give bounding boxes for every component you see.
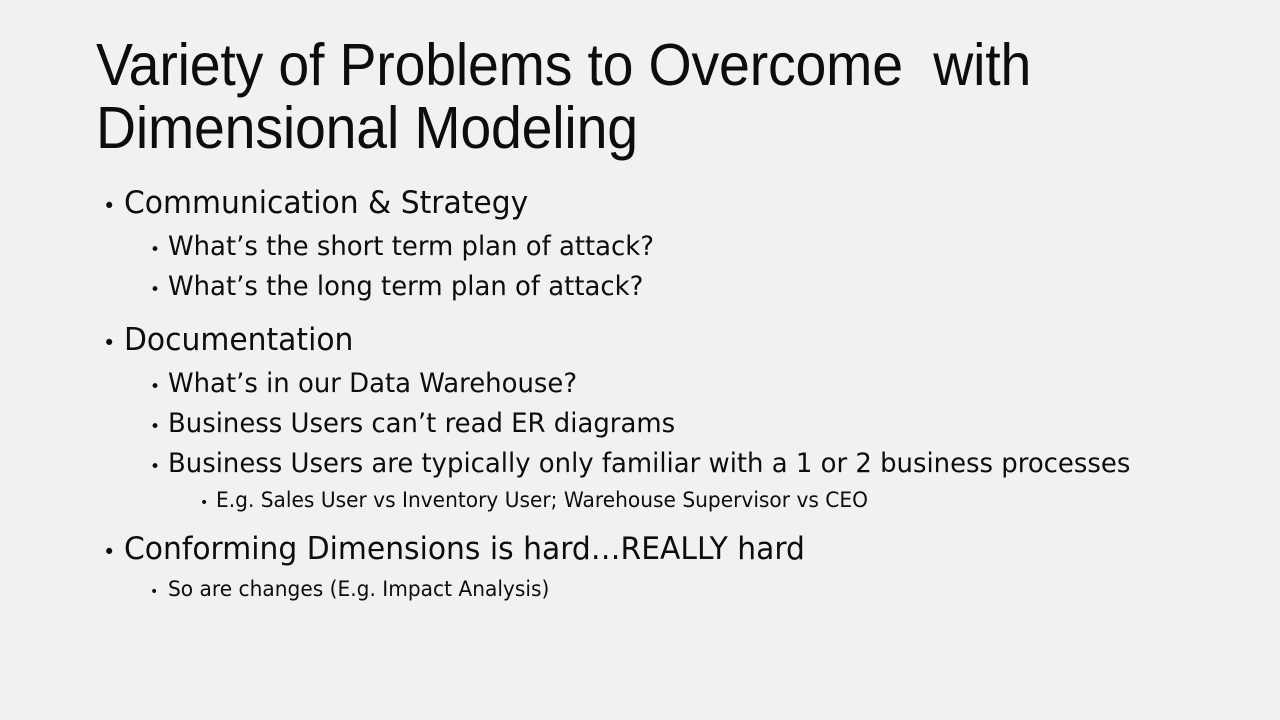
bullet-item-level2: • Business Users can’t read ER diagrams: [96, 410, 1216, 450]
bullet-item-level2: • What’s the long term plan of attack?: [96, 273, 1216, 313]
bullet-text: Documentation: [124, 322, 354, 358]
bullet-glyph-icon: •: [150, 417, 161, 437]
bullet-item-level1: • Communication & Strategy: [96, 188, 1216, 233]
bullet-text: Business Users can’t read ER diagrams: [168, 408, 676, 439]
bullet-item-level1: • Documentation: [96, 325, 1216, 370]
bullet-text: What’s the short term plan of attack?: [168, 231, 655, 262]
bullet-glyph-icon: •: [103, 331, 116, 355]
bullet-item-level1: • Conforming Dimensions is hard…REALLY h…: [96, 534, 1216, 579]
slide-title: Variety of Problems to Overcome with Dim…: [96, 32, 1047, 161]
bullet-item-level2: • What’s the short term plan of attack?: [96, 233, 1216, 273]
presentation-slide: Variety of Problems to Overcome with Dim…: [0, 0, 1280, 720]
bullet-glyph-icon: •: [103, 540, 116, 564]
bullet-text: E.g. Sales User vs Inventory User; Wareh…: [216, 488, 868, 512]
bullet-text: Business Users are typically only famili…: [168, 448, 1131, 479]
bullet-glyph-icon: •: [150, 280, 161, 300]
bullet-glyph-icon: •: [150, 584, 159, 600]
bullet-glyph-icon: •: [150, 377, 161, 397]
bullet-glyph-icon: •: [103, 194, 116, 218]
bullet-item-level3: • So are changes (E.g. Impact Analysis): [96, 579, 1216, 613]
slide-body: • Communication & Strategy • What’s the …: [96, 188, 1216, 613]
bullet-text: So are changes (E.g. Impact Analysis): [168, 577, 550, 601]
bullet-text: What’s in our Data Warehouse?: [168, 368, 578, 399]
bullet-glyph-icon: •: [150, 240, 161, 260]
bullet-item-level2: • Business Users are typically only fami…: [96, 450, 1216, 490]
bullet-glyph-icon: •: [200, 495, 209, 511]
bullet-text: What’s the long term plan of attack?: [168, 271, 644, 302]
bullet-glyph-icon: •: [150, 457, 161, 477]
bullet-item-level3: • E.g. Sales User vs Inventory User; War…: [96, 490, 1216, 524]
bullet-text: Conforming Dimensions is hard…REALLY har…: [124, 531, 805, 567]
bullet-text: Communication & Strategy: [124, 185, 529, 221]
bullet-item-level2: • What’s in our Data Warehouse?: [96, 370, 1216, 410]
